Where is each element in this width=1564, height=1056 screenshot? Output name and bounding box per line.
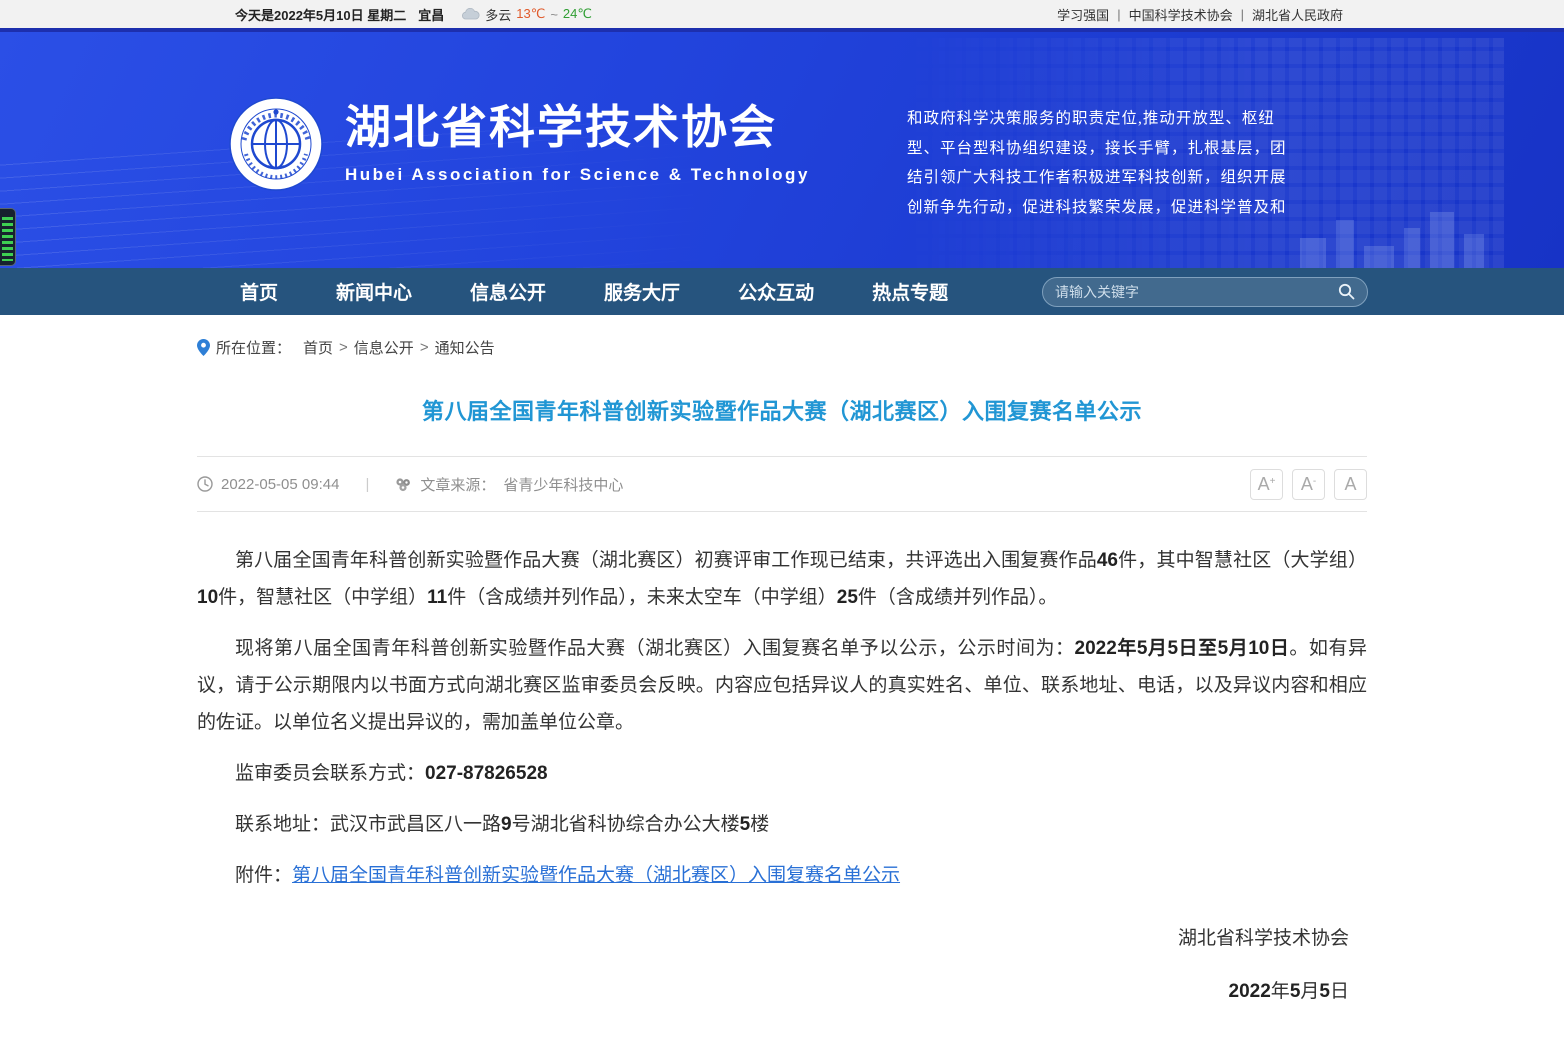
- bold-text: 2022年5月5日至5月10日: [1075, 638, 1290, 659]
- header-intro-line: 创新争先行动，促进科技繁荣发展，促进科学普及和: [907, 193, 1399, 223]
- header-top-line: [0, 28, 1564, 32]
- breadcrumb-separator: >: [420, 339, 429, 356]
- source-icon: [395, 477, 412, 492]
- topbar-link[interactable]: 湖北省人民政府: [1252, 5, 1343, 24]
- topbar-link-separator: |: [1117, 7, 1120, 22]
- attachment-link[interactable]: 第八届全国青年科普创新实验暨作品大赛（湖北赛区）入围复赛名单公示: [292, 865, 900, 886]
- header-intro-line: 型、平台型科协组织建设，接长手臂，扎根基层，团: [907, 134, 1399, 164]
- text-segment: 件（含成绩并列作品）。: [858, 587, 1058, 608]
- org-name-en: Hubei Association for Science & Technolo…: [345, 165, 810, 185]
- topbar-link[interactable]: 学习强国: [1057, 5, 1109, 24]
- breadcrumb-link[interactable]: 通知公告: [435, 337, 495, 358]
- text-segment: 第八届全国青年科普创新实验暨作品大赛（湖北赛区）初赛评审工作现已结束，共评选出入…: [235, 550, 1097, 571]
- breadcrumb-link[interactable]: 首页: [303, 337, 333, 358]
- font-size-button-+[interactable]: A+: [1250, 469, 1283, 500]
- article-body: 第八届全国青年科普创新实验暨作品大赛（湖北赛区）初赛评审工作现已结束，共评选出入…: [197, 512, 1367, 1010]
- bold-text: 2022: [1229, 981, 1271, 1002]
- content-container: 所在位置： 首页 > 信息公开 > 通知公告 第八届全国青年科普创新实验暨作品大赛（湖北…: [197, 337, 1367, 1010]
- article-meta-row: 2022-05-05 09:44 | 文章来源： 省青少年科技中心 A+ A- A: [197, 456, 1367, 512]
- text-segment: 日: [1330, 981, 1349, 1002]
- side-widget-stripes: [2, 217, 13, 261]
- top-bar: 今天是2022年5月10日 星期二 宜昌 多云 13℃ ~ 24℃ 学习强国 | 中…: [0, 0, 1564, 28]
- accessibility-side-widget[interactable]: [0, 208, 16, 266]
- font-size-button-reset[interactable]: A: [1334, 469, 1367, 500]
- bold-text: 5: [740, 814, 751, 835]
- bold-text: 46: [1097, 550, 1118, 571]
- text-segment: 件，其中智慧社区（大学组）: [1118, 550, 1367, 571]
- header-intro-line: 和政府科学决策服务的职责定位,推动开放型、枢纽: [907, 104, 1399, 134]
- publish-info: 2022-05-05 09:44 | 文章来源： 省青少年科技中心: [197, 474, 623, 495]
- bold-text: 5: [1319, 981, 1330, 1002]
- text-segment: 现将第八届全国青年科普创新实验暨作品大赛（湖北赛区）入围复赛名单予以公示，公示时…: [235, 638, 1075, 659]
- text-segment: 件（含成绩并列作品），未来太空车（中学组）: [447, 587, 837, 608]
- temp-low: 13℃: [516, 6, 545, 22]
- topbar-link-separator: |: [1241, 7, 1244, 22]
- publish-date: 2022-05-05 09:44: [221, 476, 339, 493]
- text-segment: 件，智慧社区（中学组）: [218, 587, 427, 608]
- bold-text: 11: [427, 587, 447, 608]
- breadcrumb-separator: >: [339, 339, 348, 356]
- bold-text: 10: [197, 587, 218, 608]
- main-navigation: 首页 新闻中心 信息公开 服务大厅 公众互动 热点专题: [0, 268, 1564, 315]
- breadcrumb-items: 首页 > 信息公开 > 通知公告: [297, 337, 501, 358]
- article-title: 第八届全国青年科普创新实验暨作品大赛（湖北赛区）入围复赛名单公示: [197, 394, 1367, 426]
- article-signature: 湖北省科学技术协会: [197, 920, 1367, 957]
- text-segment: 附件：: [235, 865, 292, 886]
- font-size-buttons: A+ A- A: [1250, 469, 1367, 500]
- article-paragraph-1: 第八届全国青年科普创新实验暨作品大赛（湖北赛区）初赛评审工作现已结束，共评选出入…: [197, 542, 1367, 616]
- breadcrumb-label: 所在位置：: [216, 337, 291, 358]
- text-segment: 联系地址：武汉市武昌区八一路: [235, 814, 501, 835]
- temp-separator: ~: [550, 7, 558, 22]
- font-size-button--[interactable]: A-: [1292, 469, 1325, 500]
- bold-text: 027-87826528: [425, 763, 548, 784]
- clock-icon: [197, 476, 213, 492]
- bold-text: 25: [837, 587, 858, 608]
- cloud-icon: [462, 8, 480, 20]
- bold-text: 9: [501, 814, 512, 835]
- text-segment: 年: [1271, 981, 1290, 1002]
- site-brand[interactable]: 湖北省科学技术协会 Hubei Association for Science …: [345, 102, 810, 185]
- meta-separator: |: [365, 476, 369, 493]
- article-paragraph-address: 联系地址：武汉市武昌区八一路9号湖北省科协综合办公大楼5楼: [197, 806, 1367, 843]
- search-button[interactable]: [1338, 283, 1355, 300]
- text-segment: 湖北省科学技术协会: [1178, 928, 1349, 949]
- nav-item-信息公开[interactable]: 信息公开: [470, 278, 546, 305]
- article-paragraph-2: 现将第八届全国青年科普创新实验暨作品大赛（湖北赛区）入围复赛名单予以公示，公示时…: [197, 630, 1367, 741]
- location-pin-icon: [197, 339, 210, 356]
- text-segment: 楼: [750, 814, 769, 835]
- nav-item-首页[interactable]: 首页: [240, 278, 278, 305]
- nav-item-新闻中心[interactable]: 新闻中心: [336, 278, 412, 305]
- topbar-date-weather: 今天是2022年5月10日 星期二 宜昌 多云 13℃ ~ 24℃: [235, 5, 592, 24]
- header-intro-line: 结引领广大科技工作者积极进军科技创新，组织开展: [907, 163, 1399, 193]
- text-segment: 号湖北省科协综合办公大楼: [512, 814, 740, 835]
- city-name[interactable]: 宜昌: [418, 5, 444, 24]
- site-header: 湖北省科学技术协会 Hubei Association for Science …: [0, 28, 1564, 268]
- breadcrumb: 所在位置： 首页 > 信息公开 > 通知公告: [197, 337, 1367, 358]
- header-intro: 和政府科学决策服务的职责定位,推动开放型、枢纽型、平台型科协组织建设，接长手臂，…: [907, 104, 1399, 222]
- temp-high: 24℃: [563, 6, 592, 22]
- article-paragraph-contact: 监审委员会联系方式：027-87826528: [197, 755, 1367, 792]
- bold-text: 5: [1290, 981, 1301, 1002]
- topbar-link[interactable]: 中国科学技术协会: [1129, 5, 1233, 24]
- nav-item-服务大厅[interactable]: 服务大厅: [604, 278, 680, 305]
- nav-item-公众互动[interactable]: 公众互动: [738, 278, 814, 305]
- source-label: 文章来源：: [420, 474, 495, 495]
- source-name: 省青少年科技中心: [503, 474, 623, 495]
- article-paragraph-attachment: 附件：第八届全国青年科普创新实验暨作品大赛（湖北赛区）入围复赛名单公示: [197, 857, 1367, 894]
- text-segment: 月: [1300, 981, 1319, 1002]
- search-icon: [1338, 283, 1355, 300]
- text-segment: 监审委员会联系方式：: [235, 763, 425, 784]
- topbar-links: 学习强国 | 中国科学技术协会 | 湖北省人民政府: [1057, 5, 1343, 24]
- nav-item-热点专题[interactable]: 热点专题: [872, 278, 948, 305]
- search-box[interactable]: [1042, 277, 1368, 307]
- article-signature-date: 2022年5月5日: [197, 973, 1367, 1010]
- hast-logo[interactable]: [228, 96, 324, 197]
- nav-menu: 首页 新闻中心 信息公开 服务大厅 公众互动 热点专题: [240, 278, 948, 305]
- breadcrumb-link[interactable]: 信息公开: [354, 337, 414, 358]
- org-name-cn: 湖北省科学技术协会: [345, 102, 810, 153]
- search-input[interactable]: [1055, 284, 1338, 300]
- weather-condition: 多云: [485, 5, 511, 24]
- today-date: 今天是2022年5月10日 星期二: [235, 5, 406, 24]
- weather-info: 多云 13℃ ~ 24℃: [462, 5, 592, 24]
